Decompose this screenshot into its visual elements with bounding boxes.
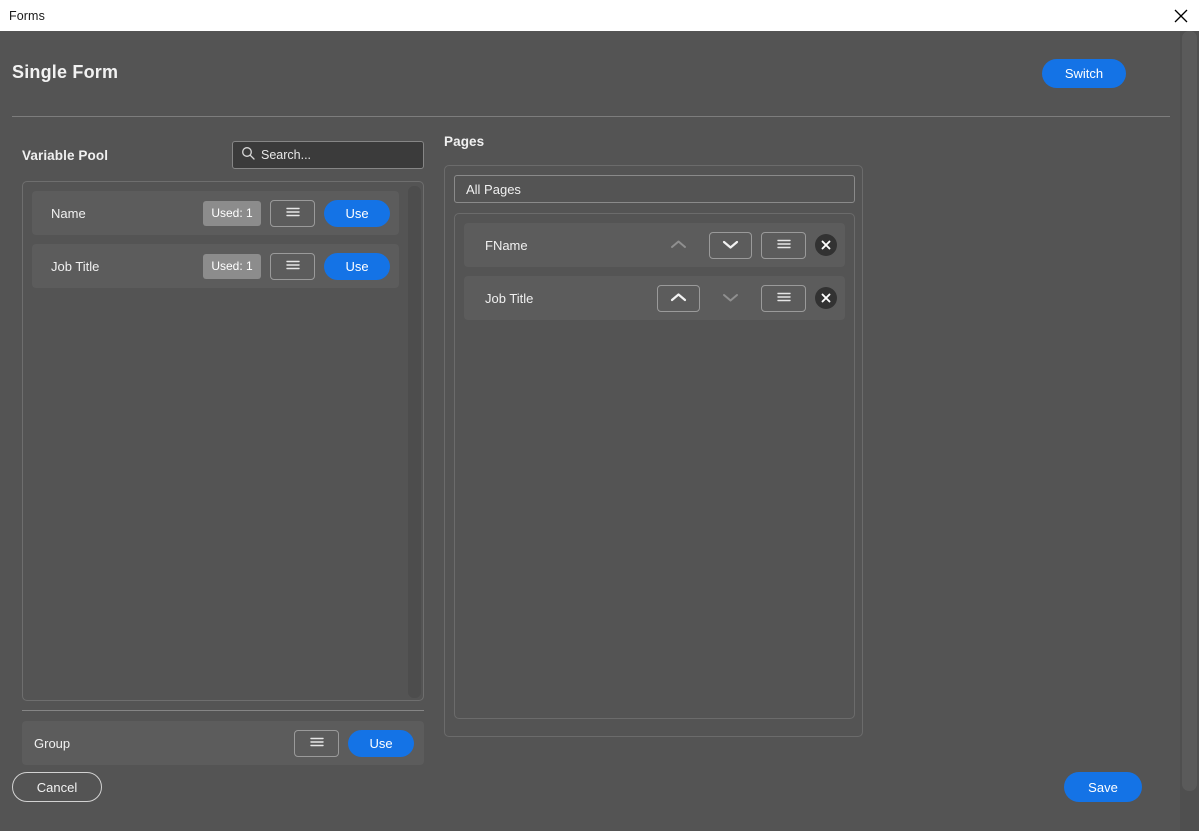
page-field-menu-button[interactable] (761, 231, 806, 259)
app-body: Single Form Switch Variable Pool Name (0, 31, 1199, 831)
search-box[interactable] (232, 141, 424, 169)
pages-label: Pages (444, 134, 485, 149)
variable-pool-label: Variable Pool (22, 148, 109, 163)
page-title: Single Form (12, 62, 119, 82)
variable-row-use-button[interactable]: Use (324, 199, 390, 227)
variable-row-label: Job Title (51, 258, 100, 274)
window-scrollbar-thumb[interactable] (1182, 31, 1197, 791)
used-count-badge: Used: 1 (203, 200, 261, 226)
variable-pool-header: Variable Pool (22, 141, 424, 171)
window-titlebar: Forms (0, 0, 1199, 31)
page-field-label: Job Title (485, 290, 534, 306)
pages-outer-container: All Pages FName Job Title (444, 165, 863, 737)
hamburger-icon (776, 291, 792, 306)
close-circle-icon (821, 238, 831, 253)
app-header: Single Form Switch (0, 31, 1180, 116)
switch-button[interactable]: Switch (1042, 59, 1126, 88)
group-row-label: Group (34, 735, 71, 751)
chevron-down-icon (722, 291, 739, 306)
move-down-button (709, 285, 752, 312)
window-scrollbar[interactable] (1180, 31, 1199, 831)
hamburger-icon (285, 206, 301, 221)
hamburger-icon (285, 259, 301, 274)
variable-row-menu-button[interactable] (270, 252, 315, 280)
group-use-button[interactable]: Use (348, 729, 414, 757)
search-icon (241, 146, 255, 165)
move-down-button[interactable] (709, 231, 752, 259)
page-field-row[interactable]: Job Title (464, 276, 845, 320)
chevron-up-icon (670, 291, 687, 306)
chevron-up-icon (670, 238, 687, 253)
cancel-button[interactable]: Cancel (12, 772, 102, 802)
save-button[interactable]: Save (1064, 772, 1142, 802)
window-title: Forms (9, 8, 45, 23)
variable-row[interactable]: Name Used: 1 Use (32, 191, 399, 235)
remove-field-button[interactable] (815, 287, 837, 309)
variable-pool-list-container: Name Used: 1 Use Job Title Used: 1 Use (22, 181, 424, 701)
group-divider (22, 710, 424, 711)
variable-row-menu-button[interactable] (270, 199, 315, 227)
move-up-button[interactable] (657, 284, 700, 312)
variable-row[interactable]: Job Title Used: 1 Use (32, 244, 399, 288)
search-input[interactable] (261, 148, 423, 162)
close-circle-icon (821, 291, 831, 306)
all-pages-select[interactable]: All Pages (454, 175, 855, 203)
pages-list: FName Job Title (454, 213, 855, 719)
move-up-button (657, 232, 700, 259)
variable-pool-panel: Variable Pool Name Used: 1 (22, 141, 424, 765)
pages-header: Pages (444, 134, 864, 159)
group-row[interactable]: Group Use (22, 721, 424, 765)
used-count-badge: Used: 1 (203, 253, 261, 279)
page-field-menu-button[interactable] (761, 284, 806, 312)
pages-panel: Pages All Pages FName Job Title (444, 134, 864, 737)
variable-row-label: Name (51, 205, 86, 221)
close-icon[interactable] (1163, 0, 1199, 31)
hamburger-icon (776, 238, 792, 253)
hamburger-icon (309, 736, 325, 751)
chevron-down-icon (722, 238, 739, 253)
variable-row-use-button[interactable]: Use (324, 252, 390, 280)
remove-field-button[interactable] (815, 234, 837, 256)
variable-pool-list: Name Used: 1 Use Job Title Used: 1 Use (23, 182, 408, 297)
group-menu-button[interactable] (294, 729, 339, 757)
variable-pool-scrollbar[interactable] (408, 186, 421, 698)
page-field-label: FName (485, 237, 528, 253)
page-field-row[interactable]: FName (464, 223, 845, 267)
header-divider (12, 116, 1170, 117)
all-pages-select-value: All Pages (466, 181, 521, 197)
